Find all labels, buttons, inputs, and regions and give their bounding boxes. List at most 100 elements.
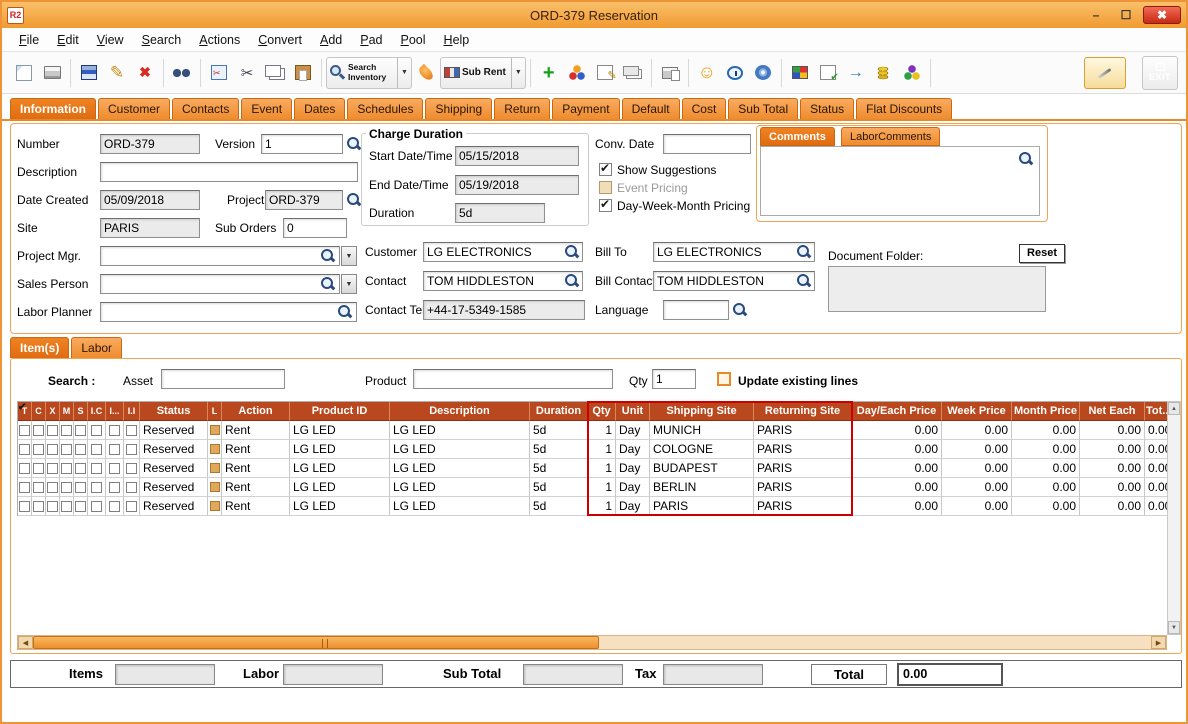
- bill-contact-field[interactable]: TOM HIDDLESTON: [653, 271, 815, 291]
- bill-contact-search-icon[interactable]: [796, 273, 812, 289]
- menu-view[interactable]: View: [88, 30, 133, 50]
- tab-comments[interactable]: Comments: [760, 127, 835, 146]
- row-checkbox[interactable]: [47, 443, 58, 455]
- comments-box[interactable]: [760, 146, 1040, 216]
- qty-input[interactable]: 1: [652, 369, 696, 389]
- row-checkbox[interactable]: [109, 462, 120, 474]
- menu-pool[interactable]: Pool: [392, 30, 435, 50]
- cell-action[interactable]: Rent: [222, 497, 290, 516]
- row-checkbox[interactable]: [19, 500, 30, 512]
- sales-person-field[interactable]: [100, 274, 340, 294]
- column-header-i-[interactable]: I...: [106, 402, 124, 421]
- cell-net-each[interactable]: 0.00: [1080, 459, 1145, 478]
- cell-day-each-price[interactable]: 0.00: [852, 497, 942, 516]
- column-header-s[interactable]: S: [74, 402, 88, 421]
- row-checkbox[interactable]: [75, 500, 86, 512]
- scroll-down-icon[interactable]: [1168, 621, 1180, 634]
- cell-product-id[interactable]: LG LED: [290, 478, 390, 497]
- cell-shipping-site[interactable]: PARIS: [650, 497, 754, 516]
- row-checkbox[interactable]: [47, 424, 58, 436]
- column-header-returning-site[interactable]: Returning Site: [754, 402, 852, 421]
- cell-month-price[interactable]: 0.00: [1012, 478, 1080, 497]
- cell-month-price[interactable]: 0.00: [1012, 421, 1080, 440]
- tab-labor[interactable]: Labor: [71, 337, 123, 358]
- cell-duration[interactable]: 5d: [530, 440, 588, 459]
- cell-month-price[interactable]: 0.00: [1012, 497, 1080, 516]
- cell-product-id[interactable]: LG LED: [290, 421, 390, 440]
- tab-contacts[interactable]: Contacts: [172, 98, 240, 119]
- labor-planner-search-icon[interactable]: [337, 304, 353, 320]
- row-checkbox[interactable]: [19, 481, 30, 493]
- cell-tot[interactable]: 0.00: [1145, 497, 1168, 516]
- language-search-icon[interactable]: [732, 302, 748, 318]
- column-header-status[interactable]: Status: [140, 402, 208, 421]
- cell-duration[interactable]: 5d: [530, 478, 588, 497]
- copy-button[interactable]: [261, 57, 289, 89]
- column-header-tot-[interactable]: Tot...: [1145, 402, 1168, 421]
- bill-to-search-icon[interactable]: [796, 244, 812, 260]
- project-search-icon[interactable]: [346, 192, 362, 208]
- column-header-week-price[interactable]: Week Price: [942, 402, 1012, 421]
- bill-to-field[interactable]: LG ELECTRONICS: [653, 242, 815, 262]
- maximize-button[interactable]: ☐: [1113, 6, 1139, 24]
- pool-balls-button[interactable]: [563, 57, 591, 89]
- row-checkbox[interactable]: [75, 481, 86, 493]
- tab-sub-total[interactable]: Sub Total: [728, 98, 799, 119]
- find-binoculars-button[interactable]: [168, 57, 196, 89]
- cell-duration[interactable]: 5d: [530, 459, 588, 478]
- cell-product-id[interactable]: LG LED: [290, 459, 390, 478]
- menu-convert[interactable]: Convert: [249, 30, 311, 50]
- color-cube-button[interactable]: [786, 57, 814, 89]
- tab-cost[interactable]: Cost: [681, 98, 727, 119]
- cell-unit[interactable]: Day: [616, 459, 650, 478]
- cell-l[interactable]: [208, 421, 222, 440]
- column-header-day-each-price[interactable]: Day/Each Price: [852, 402, 942, 421]
- asset-input[interactable]: [161, 369, 285, 389]
- menu-search[interactable]: Search: [133, 30, 191, 50]
- new-document-button[interactable]: [10, 57, 38, 89]
- conv-date-field[interactable]: [663, 134, 751, 154]
- contact-search-icon[interactable]: [564, 273, 580, 289]
- contact-field[interactable]: TOM HIDDLESTON: [423, 271, 583, 291]
- cell-tot[interactable]: 0.00: [1145, 478, 1168, 497]
- row-checkbox[interactable]: [47, 462, 58, 474]
- history-clock-button[interactable]: [721, 57, 749, 89]
- language-field[interactable]: [663, 300, 729, 320]
- ink-drop-button[interactable]: [412, 57, 440, 89]
- cell-status[interactable]: Reserved: [140, 459, 208, 478]
- cell-net-each[interactable]: 0.00: [1080, 421, 1145, 440]
- cell-action[interactable]: Rent: [222, 478, 290, 497]
- close-button[interactable]: ✖: [1143, 6, 1181, 24]
- cell-shipping-site[interactable]: BUDAPEST: [650, 459, 754, 478]
- column-header-action[interactable]: Action: [222, 402, 290, 421]
- edit-document-button[interactable]: [814, 57, 842, 89]
- cell-returning-site[interactable]: PARIS: [754, 421, 852, 440]
- labor-planner-field[interactable]: [100, 302, 357, 322]
- cell-action[interactable]: Rent: [222, 459, 290, 478]
- row-checkbox[interactable]: [33, 481, 44, 493]
- tab-labor-comments[interactable]: LaborComments: [841, 127, 941, 146]
- tab-customer[interactable]: Customer: [98, 98, 171, 119]
- comments-search-icon[interactable]: [1018, 151, 1034, 167]
- row-checkbox[interactable]: [19, 462, 30, 474]
- cell-description[interactable]: LG LED: [390, 440, 530, 459]
- version-search-icon[interactable]: [346, 136, 362, 152]
- table-row[interactable]: ReservedRentLG LEDLG LED5d1DayMUNICHPARI…: [18, 421, 1168, 440]
- row-checkbox[interactable]: [61, 443, 72, 455]
- color-pool-button[interactable]: [898, 57, 926, 89]
- column-header-l[interactable]: L: [208, 402, 222, 421]
- column-header-month-price[interactable]: Month Price: [1012, 402, 1080, 421]
- cell-week-price[interactable]: 0.00: [942, 440, 1012, 459]
- table-row[interactable]: ReservedRentLG LEDLG LED5d1DayBERLINPARI…: [18, 478, 1168, 497]
- end-date-field[interactable]: 05/19/2018: [455, 175, 579, 195]
- row-checkbox[interactable]: [109, 500, 120, 512]
- add-line-button[interactable]: [535, 57, 563, 89]
- row-checkbox[interactable]: [126, 481, 137, 493]
- scroll-up-icon[interactable]: [1168, 402, 1180, 415]
- row-checkbox[interactable]: [126, 462, 137, 474]
- row-checkbox[interactable]: [126, 424, 137, 436]
- cell-product-id[interactable]: LG LED: [290, 440, 390, 459]
- paste-button[interactable]: [289, 57, 317, 89]
- row-checkbox[interactable]: [61, 500, 72, 512]
- product-input[interactable]: [413, 369, 613, 389]
